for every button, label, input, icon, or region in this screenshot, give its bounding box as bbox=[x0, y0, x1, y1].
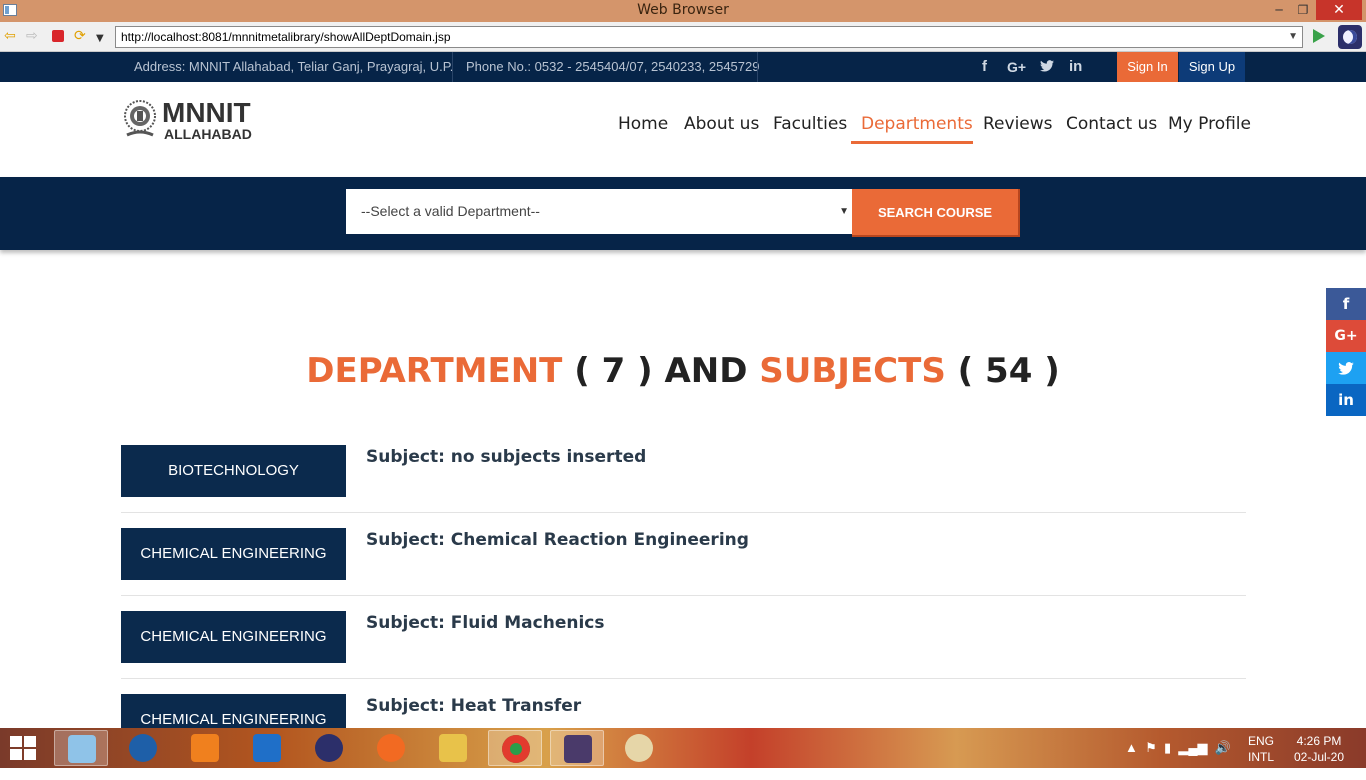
history-dropdown-icon[interactable]: ▼ bbox=[96, 30, 104, 48]
nav-home[interactable]: Home bbox=[618, 112, 668, 136]
row-divider bbox=[121, 595, 1246, 596]
linkedin-icon[interactable]: in bbox=[1069, 52, 1082, 82]
minimize-button[interactable]: ─ bbox=[1268, 0, 1290, 20]
paint-icon bbox=[625, 734, 653, 762]
url-text: http://localhost:8081/mnnitmetalibrary/s… bbox=[121, 30, 451, 44]
os-taskbar: ▲ ⚑ ▮ ▂▄▆ 🔊 ENG INTL 4:26 PM 02-Jul-20 bbox=[0, 728, 1366, 768]
department-select-value: --Select a valid Department-- bbox=[361, 203, 540, 219]
java-ee-ide-icon bbox=[564, 735, 592, 763]
taskbar-defender[interactable] bbox=[240, 730, 294, 766]
system-clock[interactable]: 4:26 PM 02-Jul-20 bbox=[1294, 733, 1344, 773]
back-arrow-icon[interactable]: ⇦ bbox=[4, 27, 16, 45]
forward-arrow-icon[interactable]: ⇨ bbox=[26, 27, 38, 45]
url-dropdown-icon[interactable]: ▼ bbox=[1288, 27, 1298, 47]
clock-time: 4:26 PM bbox=[1296, 734, 1342, 748]
system-tray-icons[interactable]: ▲ ⚑ ▮ ▂▄▆ 🔊 bbox=[1125, 740, 1231, 780]
subject-text: Subject: Chemical Reaction Engineering bbox=[366, 530, 749, 550]
language-code: ENG bbox=[1248, 734, 1275, 748]
subject-text: Subject: Heat Transfer bbox=[366, 696, 582, 716]
logo-title: MNNIT bbox=[162, 97, 251, 128]
input-language[interactable]: ENG INTL bbox=[1248, 733, 1274, 773]
divider bbox=[452, 52, 453, 82]
clock-date: 02-Jul-20 bbox=[1294, 750, 1345, 764]
logo-subtitle: ALLAHABAD bbox=[164, 126, 252, 142]
taskbar-java-ee-ide[interactable] bbox=[550, 730, 604, 766]
page-heading: DEPARTMENT ( 7 ) AND SUBJECTS ( 54 ) bbox=[0, 350, 1366, 392]
divider bbox=[757, 52, 758, 82]
taskbar-explorer[interactable] bbox=[426, 730, 480, 766]
maximize-button[interactable]: ❐ bbox=[1292, 0, 1314, 20]
google-plus-icon[interactable]: G+ bbox=[1007, 52, 1026, 82]
search-course-button[interactable]: SEARCH COURSE bbox=[852, 189, 1020, 237]
search-band: --Select a valid Department-- ▼ SEARCH C… bbox=[0, 177, 1366, 250]
folder-icon bbox=[439, 734, 467, 762]
heading-department-count: ( 7 ) bbox=[562, 351, 665, 391]
nav-my-profile[interactable]: My Profile bbox=[1168, 112, 1251, 136]
department-button[interactable]: CHEMICAL ENGINEERING bbox=[121, 528, 346, 580]
wrench-icon bbox=[129, 734, 157, 762]
url-input[interactable]: http://localhost:8081/mnnitmetalibrary/s… bbox=[115, 26, 1303, 48]
active-nav-indicator bbox=[851, 141, 973, 144]
subject-text: Subject: Fluid Machenics bbox=[366, 613, 605, 633]
share-linkedin-icon[interactable]: in bbox=[1326, 384, 1366, 416]
twitter-icon[interactable] bbox=[1040, 52, 1054, 82]
heading-and: AND bbox=[664, 351, 760, 391]
department-button[interactable]: CHEMICAL ENGINEERING bbox=[121, 611, 346, 663]
facebook-icon[interactable]: f bbox=[982, 52, 987, 82]
list-item: CHEMICAL ENGINEERING Subject: Heat Trans… bbox=[121, 694, 1246, 728]
taskbar-eclipse[interactable] bbox=[302, 730, 356, 766]
keyboard-layout: INTL bbox=[1248, 750, 1275, 764]
chevron-down-icon: ▼ bbox=[839, 206, 849, 217]
share-facebook-icon[interactable]: f bbox=[1326, 288, 1366, 320]
share-twitter-icon[interactable] bbox=[1326, 352, 1366, 384]
mnnit-seal-logo[interactable] bbox=[123, 99, 157, 141]
heading-department: DEPARTMENT bbox=[306, 351, 563, 391]
go-icon[interactable] bbox=[1313, 29, 1325, 43]
close-button[interactable]: ✕ bbox=[1316, 0, 1362, 20]
subject-text: Subject: no subjects inserted bbox=[366, 447, 647, 467]
site-header: MNNIT ALLAHABAD Home About us Faculties … bbox=[0, 82, 1366, 177]
stop-icon[interactable] bbox=[52, 30, 64, 42]
nav-about[interactable]: About us bbox=[684, 112, 759, 136]
window-titlebar: Web Browser ─ ❐ ✕ bbox=[0, 0, 1366, 22]
firefox-icon bbox=[377, 734, 405, 762]
row-divider bbox=[121, 678, 1246, 679]
heading-subjects-count: ( 54 ) bbox=[945, 351, 1060, 391]
nav-faculties[interactable]: Faculties bbox=[773, 112, 847, 136]
taskbar-pdf[interactable] bbox=[178, 730, 232, 766]
chrome-icon bbox=[502, 735, 530, 763]
department-button[interactable]: CHEMICAL ENGINEERING bbox=[121, 694, 346, 728]
department-button[interactable]: BIOTECHNOLOGY bbox=[121, 445, 346, 497]
row-divider bbox=[121, 512, 1246, 513]
refresh-icon[interactable]: ⟳ bbox=[74, 27, 86, 45]
department-select[interactable]: --Select a valid Department-- ▼ bbox=[346, 189, 852, 234]
taskbar-paint[interactable] bbox=[612, 730, 666, 766]
site-topbar: Address: MNNIT Allahabad, Teliar Ganj, P… bbox=[0, 52, 1366, 82]
taskbar-firefox[interactable] bbox=[364, 730, 418, 766]
pdf-icon bbox=[191, 734, 219, 762]
sign-up-button[interactable]: Sign Up bbox=[1179, 52, 1245, 82]
taskbar-tool[interactable] bbox=[116, 730, 170, 766]
nav-reviews[interactable]: Reviews bbox=[983, 112, 1053, 136]
taskbar-notepad[interactable] bbox=[54, 730, 108, 766]
eclipse-app-icon bbox=[315, 734, 343, 762]
notepad-icon bbox=[68, 735, 96, 763]
shield-icon bbox=[253, 734, 281, 762]
share-google-plus-icon[interactable]: G+ bbox=[1326, 320, 1366, 352]
browser-toolbar: ⇦ ⇨ ⟳ ▼ http://localhost:8081/mnnitmetal… bbox=[0, 22, 1366, 52]
windows-start-icon[interactable] bbox=[10, 736, 38, 760]
contact-address: Address: MNNIT Allahabad, Teliar Ganj, P… bbox=[134, 59, 454, 74]
contact-phone: Phone No.: 0532 - 2545404/07, 2540233, 2… bbox=[466, 59, 760, 74]
sign-in-button[interactable]: Sign In bbox=[1117, 52, 1178, 82]
nav-contact[interactable]: Contact us bbox=[1066, 112, 1157, 136]
heading-subjects: SUBJECTS bbox=[759, 351, 946, 391]
eclipse-icon[interactable] bbox=[1338, 25, 1362, 49]
window-title: Web Browser bbox=[637, 2, 729, 18]
taskbar-chrome[interactable] bbox=[488, 730, 542, 766]
nav-departments[interactable]: Departments bbox=[861, 112, 973, 136]
